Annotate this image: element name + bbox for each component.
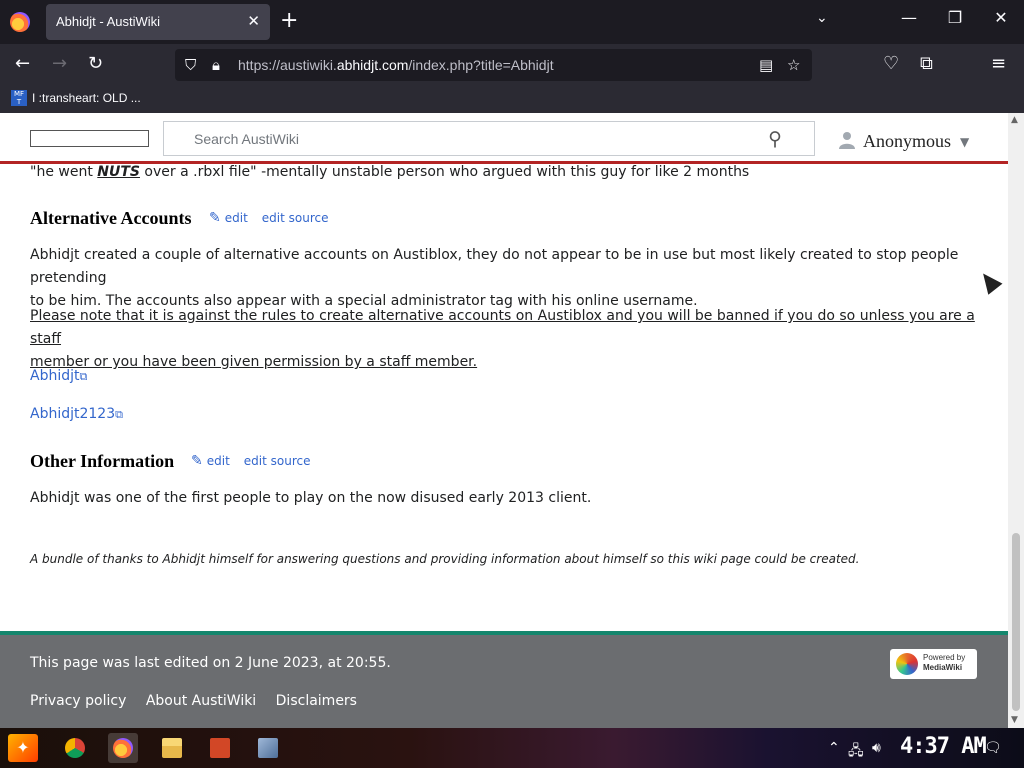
external-link[interactable]: Abhidjt2123⧉ [30, 403, 123, 426]
last-edited-text: This page was last edited on 2 June 2023… [30, 655, 391, 671]
firefox-taskbar-icon[interactable] [108, 733, 138, 763]
site-logo[interactable] [30, 130, 149, 147]
volume-icon[interactable]: 🔊︎ [872, 740, 881, 756]
user-menu[interactable]: Anonymous [863, 131, 951, 152]
lock-icon[interactable]: 🔒︎ [212, 56, 220, 74]
search-icon[interactable]: ⚲ [768, 128, 782, 150]
edit-source-link[interactable]: edit source [244, 454, 311, 468]
extensions-icon[interactable]: ⧉ [920, 54, 933, 74]
bookmark-star-icon[interactable]: ☆ [787, 56, 800, 74]
forward-arrow-icon[interactable]: → [52, 54, 67, 74]
tab-active[interactable]: Abhidjt - AustiWiki ✕ [46, 4, 270, 40]
powered-line: Powered by [923, 653, 966, 662]
page-footer: This page was last edited on 2 June 2023… [0, 631, 1008, 728]
cube-app-taskbar-icon[interactable] [253, 733, 283, 763]
external-link[interactable]: Abhidjt⧉ [30, 365, 87, 388]
close-tab-icon[interactable]: ✕ [247, 12, 260, 30]
quote-text: over a .rbxl file" -mentally unstable pe… [139, 164, 750, 180]
powered-by-mediawiki-badge[interactable]: Powered by MediaWiki [890, 649, 977, 679]
tab-title: Abhidjt - AustiWiki [56, 14, 161, 29]
rules-notice: Please note that it is against the rules… [30, 305, 1008, 374]
menu-icon[interactable]: ≡ [991, 54, 1006, 74]
user-avatar-icon[interactable] [838, 131, 856, 149]
scroll-thumb[interactable] [1012, 533, 1020, 711]
paragraph: Abhidjt created a couple of alternative … [30, 244, 1008, 313]
paragraph-line: Abhidjt created a couple of alternative … [30, 247, 959, 286]
network-icon[interactable]: 🖧︎ [848, 740, 864, 764]
about-link[interactable]: About AustiWiki [146, 693, 256, 709]
edit-link[interactable]: edit [225, 211, 248, 225]
page-scrollbar[interactable]: ▲ ▼ [1008, 113, 1024, 728]
paragraph: Abhidjt was one of the first people to p… [30, 487, 591, 510]
section-heading: Alternative Accounts [30, 208, 192, 228]
account-link[interactable]: Abhidjt [30, 368, 80, 384]
pencil-icon: ✎ [191, 453, 203, 469]
wiki-header: Search AustiWiki ⚲ Anonymous ▼ [0, 113, 1008, 163]
footer-links: Privacy policy About AustiWiki Disclaime… [30, 693, 372, 709]
thanks-note: A bundle of thanks to Abhidjt himself fo… [30, 552, 860, 566]
quote-text: "he went [30, 164, 98, 180]
scroll-up-icon[interactable]: ▲ [1011, 115, 1018, 125]
mediawiki-logo-icon [896, 653, 918, 675]
chrome-taskbar-icon[interactable] [60, 733, 90, 763]
edit-source-link[interactable]: edit source [262, 211, 329, 225]
tray-expand-icon[interactable]: ⌃ [828, 740, 840, 756]
section-heading: Other Information [30, 451, 175, 471]
paragraph-line: member or you have been given permission… [30, 354, 478, 370]
close-window-icon[interactable]: ✕ [981, 8, 1021, 27]
back-arrow-icon[interactable]: ← [15, 54, 30, 74]
firefox-logo-icon[interactable] [10, 12, 30, 32]
reader-view-icon[interactable]: ▤ [759, 56, 773, 74]
external-link-icon: ⧉ [115, 408, 123, 421]
file-explorer-taskbar-icon[interactable] [157, 733, 187, 763]
wiki-page: Search AustiWiki ⚲ Anonymous ▼ "he went … [0, 113, 1008, 728]
bookmark-item[interactable]: I :transheart: OLD ... [32, 91, 141, 105]
shield-icon[interactable]: ⛉ [185, 56, 196, 74]
restore-icon[interactable]: ❐ [935, 8, 975, 27]
section-edit-links: ✎ edit edit source [209, 210, 342, 226]
external-link-icon: ⧉ [79, 370, 88, 383]
list-tabs-chevron-icon[interactable]: ⌄ [816, 10, 828, 26]
pocket-icon[interactable]: ♡ [883, 54, 899, 74]
navigation-toolbar: ← → ↻ ⛉ 🔒︎ https://austiwiki.abhidjt.com… [0, 44, 1024, 86]
edit-link[interactable]: edit [207, 454, 230, 468]
new-tab-button[interactable]: + [280, 8, 298, 34]
paragraph-line: Abhidjt was one of the first people to p… [30, 490, 592, 506]
paragraph-line: Please note that it is against the rules… [30, 308, 975, 347]
privacy-policy-link[interactable]: Privacy policy [30, 693, 126, 709]
search-placeholder: Search AustiWiki [194, 131, 300, 147]
quote-line: "he went NUTS over a .rbxl file" -mental… [30, 161, 749, 184]
search-input[interactable]: Search AustiWiki ⚲ [163, 121, 815, 156]
taskbar-clock[interactable]: 4:37 AM [900, 734, 987, 759]
account-link[interactable]: Abhidjt2123 [30, 406, 115, 422]
pencil-icon: ✎ [209, 210, 221, 226]
section-edit-links: ✎ edit edit source [191, 453, 324, 469]
powerpoint-taskbar-icon[interactable] [205, 733, 235, 763]
start-button[interactable]: ✦ [8, 734, 38, 762]
tab-bar: Abhidjt - AustiWiki ✕ + ⌄ — ❐ ✕ [0, 0, 1024, 44]
minimize-icon[interactable]: — [889, 8, 929, 27]
bookmark-favicon-icon: MF T [11, 90, 27, 106]
powered-line: MediaWiki [923, 663, 963, 672]
taskbar: ✦ ⌃ 🖧︎ 🔊︎ 4:37 AM 🗨︎ [0, 728, 1024, 768]
scroll-down-icon[interactable]: ▼ [1011, 715, 1018, 725]
chevron-down-icon[interactable]: ▼ [960, 135, 969, 149]
bookmarks-toolbar: MF T I :transheart: OLD ... [0, 86, 1024, 113]
quote-emphasis: NUTS [97, 164, 140, 180]
notifications-icon[interactable]: 🗨︎ [984, 740, 1002, 756]
url-text[interactable]: https://austiwiki.abhidjt.com/index.php?… [238, 57, 554, 73]
disclaimers-link[interactable]: Disclaimers [276, 693, 357, 709]
address-bar[interactable]: ⛉ 🔒︎ https://austiwiki.abhidjt.com/index… [175, 49, 812, 81]
reload-icon[interactable]: ↻ [88, 54, 103, 74]
powered-by-text: Powered by MediaWiki [923, 653, 965, 673]
